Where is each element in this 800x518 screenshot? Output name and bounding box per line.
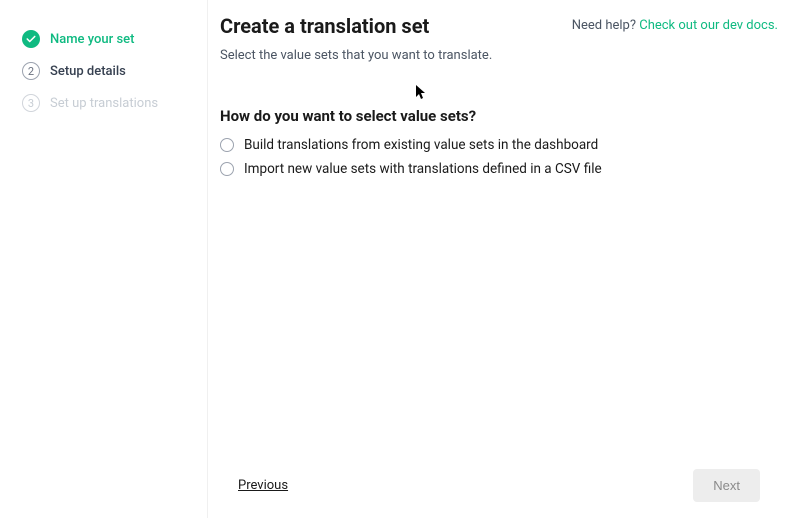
- help-text: Need help?: [572, 18, 640, 33]
- dev-docs-link[interactable]: Check out our dev docs.: [639, 18, 778, 33]
- step-label: Set up translations: [50, 96, 158, 111]
- wizard-footer: Previous Next: [220, 461, 778, 510]
- next-button[interactable]: Next: [693, 469, 760, 502]
- main-content: Create a translation set Select the valu…: [208, 0, 800, 518]
- step-setup-details[interactable]: 2 Setup details: [22, 62, 207, 80]
- radio-icon: [220, 138, 234, 152]
- page-title: Create a translation set: [220, 14, 492, 38]
- radio-label: Import new value sets with translations …: [244, 161, 602, 177]
- step-label: Setup details: [50, 64, 126, 79]
- radio-label: Build translations from existing value s…: [244, 137, 598, 153]
- step-set-up-translations[interactable]: 3 Set up translations: [22, 94, 207, 112]
- radio-option-import-csv[interactable]: Import new value sets with translations …: [220, 161, 778, 177]
- step-label: Name your set: [50, 32, 134, 47]
- step-name-your-set[interactable]: Name your set: [22, 30, 207, 48]
- step-number-icon: 2: [22, 62, 40, 80]
- page-subtitle: Select the value sets that you want to t…: [220, 48, 492, 63]
- step-number-icon: 3: [22, 94, 40, 112]
- checkmark-icon: [22, 30, 40, 48]
- help-text-row: Need help? Check out our dev docs.: [572, 18, 778, 33]
- previous-button[interactable]: Previous: [238, 478, 288, 493]
- radio-icon: [220, 162, 234, 176]
- wizard-sidebar: Name your set 2 Setup details 3 Set up t…: [0, 0, 208, 518]
- radio-option-build-existing[interactable]: Build translations from existing value s…: [220, 137, 778, 153]
- section-title: How do you want to select value sets?: [220, 107, 778, 125]
